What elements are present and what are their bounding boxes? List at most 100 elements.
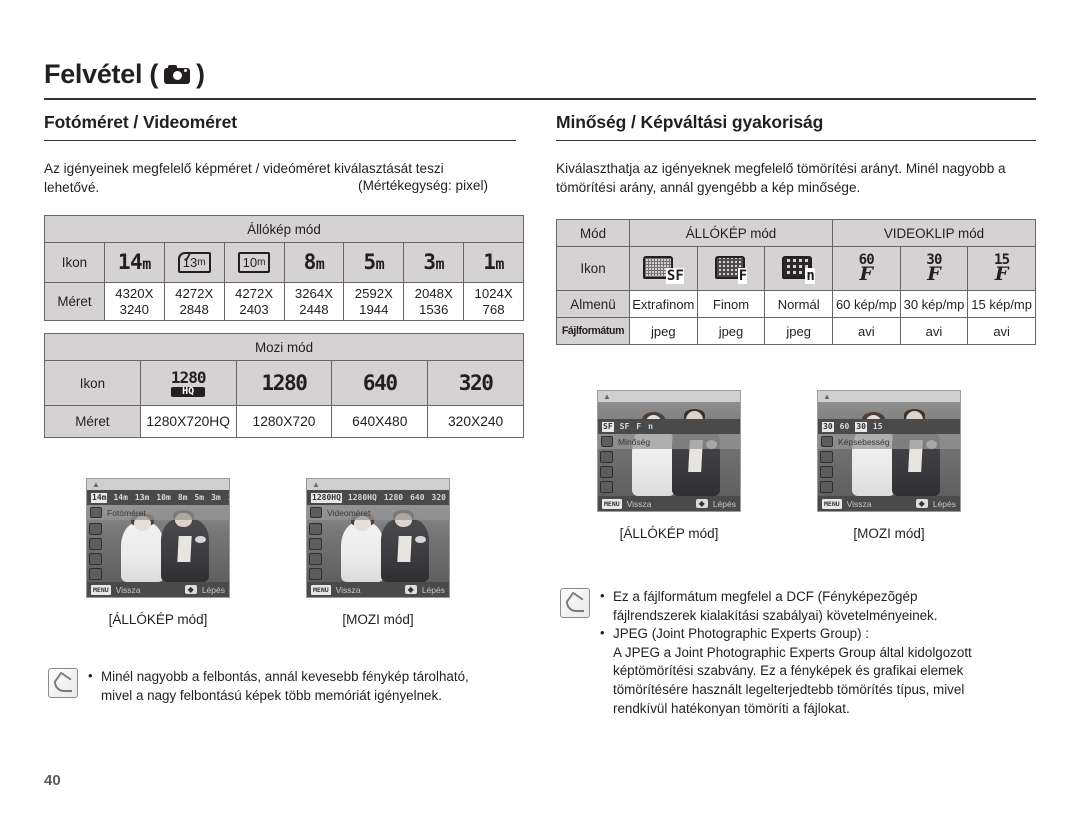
lcd-preview-photo bbox=[598, 402, 740, 496]
lcd-tab[interactable]: 30 bbox=[855, 421, 867, 432]
row-label-size: Méret bbox=[44, 282, 105, 321]
lcd-tab[interactable]: 1280HQ bbox=[347, 493, 378, 503]
size-line: 2848 bbox=[179, 301, 209, 317]
unit-note: (Mértékegység: pixel) bbox=[358, 178, 488, 193]
icon-15fps: 15 F bbox=[967, 246, 1036, 291]
dpad-icon[interactable]: ◆ bbox=[695, 499, 708, 508]
table-row: Ikon 14m 13 m 10 m 8m 5m 3m 1m bbox=[44, 242, 524, 283]
page-header: Felvétel ( ) bbox=[44, 58, 1036, 102]
white-balance-icon[interactable] bbox=[309, 538, 322, 550]
dpad-icon[interactable]: ◆ bbox=[184, 585, 197, 594]
quality-icon bbox=[601, 436, 613, 447]
lcd-tab-strip: SF SF F n bbox=[598, 419, 740, 434]
frame-icon: F bbox=[994, 263, 1009, 285]
lcd-tab-strip: 30 60 30 15 bbox=[818, 419, 960, 434]
stabilizer-icon[interactable] bbox=[309, 553, 322, 565]
page-title-close: ) bbox=[196, 59, 205, 89]
table-row: Mód ÁLLÓKÉP mód VIDEOKLIP mód bbox=[556, 219, 1037, 247]
lcd-tab[interactable]: 640 bbox=[409, 493, 425, 503]
lcd-tab[interactable]: SF bbox=[602, 421, 614, 432]
voice-icon[interactable] bbox=[820, 481, 833, 493]
icon-fine: F bbox=[696, 246, 766, 291]
list-item: Minél nagyobb a felbontás, annál keveseb… bbox=[88, 667, 469, 705]
white-balance-icon[interactable] bbox=[89, 553, 102, 565]
submenu-cell: Normál bbox=[764, 290, 833, 318]
lcd-tab[interactable]: 320 bbox=[431, 493, 447, 503]
menu-button-badge[interactable]: MENU bbox=[822, 498, 842, 509]
page-title: Felvétel ( ) bbox=[44, 58, 1036, 90]
icon-640: 640 bbox=[331, 360, 429, 406]
lcd-menu-row: Képsebesség bbox=[818, 434, 960, 449]
note-line: fájlrendszerek kialakítási szabályai) kö… bbox=[613, 607, 938, 623]
lcd-tab[interactable]: 14m bbox=[112, 493, 128, 503]
photo-size-icon bbox=[90, 507, 102, 518]
lcd-screenshot-quality: ▲ SF SF F n Minőség MENU Vissza ◆ Lépés bbox=[597, 390, 741, 512]
lcd-tab[interactable]: n bbox=[647, 422, 654, 432]
quality-framerate-table: Mód ÁLLÓKÉP mód VIDEOKLIP mód Ikon SF F … bbox=[556, 219, 1037, 345]
table-row: Mozi mód bbox=[44, 333, 524, 361]
lcd-tab[interactable]: 30 bbox=[822, 421, 834, 432]
size-cell: 1280X720HQ bbox=[139, 405, 237, 438]
face-detect-icon[interactable] bbox=[89, 568, 102, 580]
movie-table-header: Mozi mód bbox=[44, 333, 524, 361]
lcd-menu-label: Képsebesség bbox=[838, 436, 890, 447]
icon-3m: 3m bbox=[403, 242, 465, 283]
lcd-tab[interactable]: 1280HQ bbox=[311, 492, 342, 503]
icon-superfine: SF bbox=[629, 246, 698, 291]
white-balance-icon[interactable] bbox=[600, 466, 613, 478]
lcd-menu-label: Fotóméret bbox=[107, 507, 146, 518]
lcd-tab-strip: 14m 14m 13m 10m 8m 5m 3m 1m bbox=[87, 490, 229, 505]
lcd-tab[interactable]: 1280 bbox=[383, 493, 404, 503]
lcd-tab[interactable]: 1m bbox=[227, 493, 229, 503]
note-line: JPEG (Joint Photographic Experts Group) … bbox=[613, 626, 870, 642]
iso-icon[interactable] bbox=[600, 451, 613, 463]
lcd-tab[interactable]: 3m bbox=[210, 493, 222, 503]
icon-13m: 13 m bbox=[163, 242, 225, 283]
dpad-icon[interactable]: ◆ bbox=[915, 499, 928, 508]
size-line: 1024X bbox=[474, 285, 513, 301]
lcd-preview-photo bbox=[818, 402, 960, 496]
lcd-tab[interactable]: SF bbox=[619, 422, 631, 432]
chevron-up-icon: ▲ bbox=[92, 480, 100, 489]
voice-icon[interactable] bbox=[309, 568, 322, 580]
lcd-tab-strip: 1280HQ 1280HQ 1280 640 320 bbox=[307, 490, 449, 505]
lcd-tab[interactable]: 8m bbox=[177, 493, 189, 503]
lcd-menu-row: Videoméret bbox=[307, 505, 449, 520]
stabilizer-icon[interactable] bbox=[820, 466, 833, 478]
lcd-back-label: Vissza bbox=[846, 498, 872, 509]
icon-640-number: 640 bbox=[362, 371, 398, 395]
note-line: rendkívül hatékonyan tömöríti a fájlokat… bbox=[613, 700, 850, 716]
list-item: JPEG (Joint Photographic Experts Group) … bbox=[600, 624, 972, 718]
menu-button-badge[interactable]: MENU bbox=[311, 584, 331, 595]
lcd-tab[interactable]: 15 bbox=[872, 422, 884, 432]
lcd-tab[interactable]: F bbox=[635, 422, 642, 432]
fileformat-cell: jpeg bbox=[629, 317, 698, 345]
lcd-bottom-bar: MENU Vissza ◆ Lépés bbox=[307, 582, 449, 597]
exposure-icon[interactable] bbox=[89, 523, 102, 535]
icon-30fps: 30 F bbox=[899, 246, 969, 291]
still-picture-size-table: Állókép mód Ikon 14m 13m 10m 8m 5m 3m bbox=[44, 215, 524, 321]
iso-icon[interactable] bbox=[89, 538, 102, 550]
note-line: Ez a fájlformátum megfelel a DCF (Fényké… bbox=[613, 589, 918, 604]
lcd-tab[interactable]: 14m bbox=[91, 492, 108, 503]
white-balance-icon[interactable] bbox=[820, 451, 833, 463]
note-line: A JPEG a Joint Photographic Experts Grou… bbox=[613, 644, 972, 660]
size-line: 3240 bbox=[119, 301, 149, 317]
table-row: Fájlformátum jpeg jpeg jpeg avi avi avi bbox=[556, 317, 1036, 345]
size-line: 768 bbox=[482, 301, 505, 317]
exposure-icon[interactable] bbox=[309, 523, 322, 535]
lcd-tab[interactable]: 13m bbox=[134, 493, 150, 503]
menu-button-badge[interactable]: MENU bbox=[602, 498, 622, 509]
note-line: mivel a nagy felbontású képek több memór… bbox=[101, 687, 442, 703]
size-line: 4320X bbox=[115, 285, 154, 301]
face-detect-icon[interactable] bbox=[600, 481, 613, 493]
lcd-tab[interactable]: 5m bbox=[193, 493, 205, 503]
size-line: 1944 bbox=[359, 301, 389, 317]
submenu-cell: Extrafinom bbox=[629, 290, 698, 318]
camera-icon bbox=[164, 64, 191, 84]
lcd-tab[interactable]: 60 bbox=[839, 422, 851, 432]
menu-button-badge[interactable]: MENU bbox=[91, 584, 111, 595]
lcd-tab[interactable]: 10m bbox=[155, 493, 171, 503]
icon-1280hq-number: 1280 bbox=[170, 367, 207, 387]
dpad-icon[interactable]: ◆ bbox=[404, 585, 417, 594]
